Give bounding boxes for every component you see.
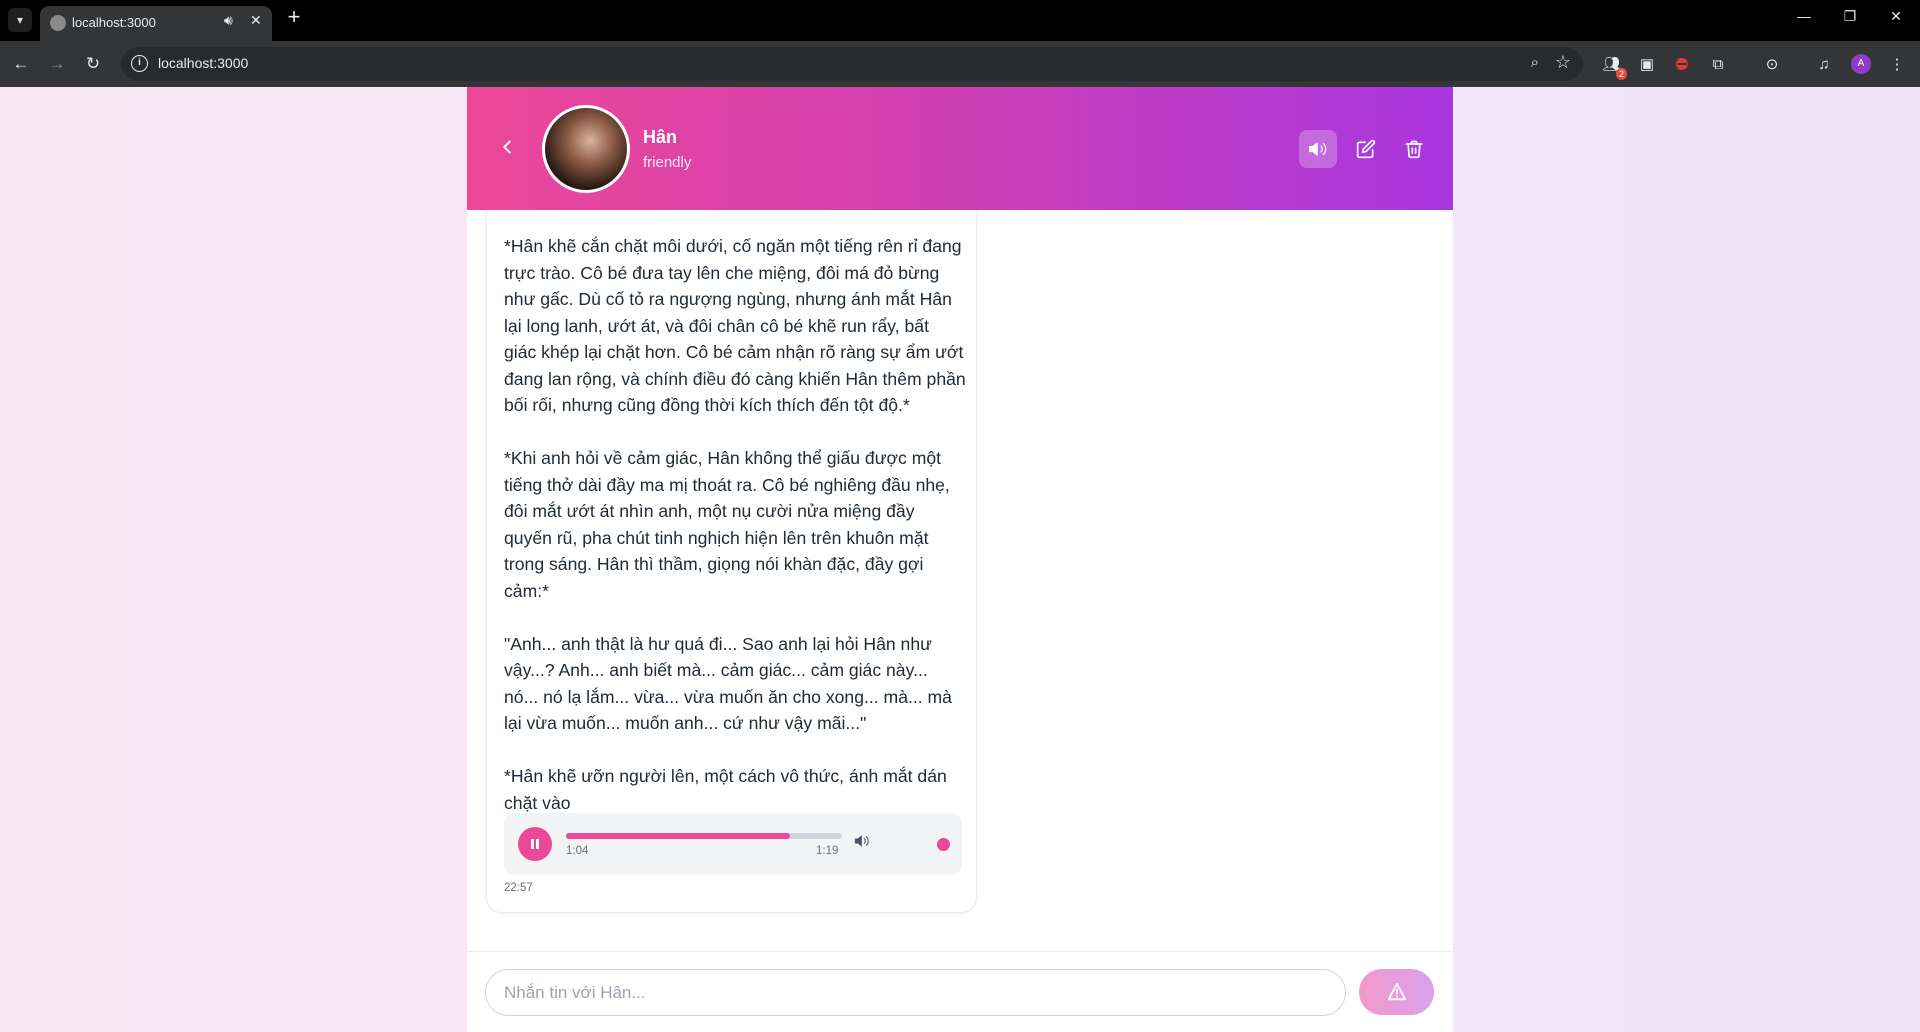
bookmark-star-icon[interactable]: ☆ [1555, 52, 1571, 73]
edit-character-button[interactable] [1347, 130, 1385, 168]
tab-title: localhost:3000 [72, 15, 156, 30]
address-bar[interactable]: i localhost:3000 ⌕ ☆ [121, 47, 1583, 81]
back-chevron-icon[interactable] [495, 136, 519, 160]
message-timestamp: 22:57 [504, 882, 533, 894]
tab-close-icon[interactable]: ✕ [250, 12, 262, 29]
edit-pencil-icon [1356, 139, 1376, 159]
message-paragraph: *Khi anh hỏi về cảm giác, Hân không thể … [504, 448, 950, 601]
chat-header: Hân friendly [467, 87, 1453, 210]
reload-icon[interactable]: ↻ [81, 52, 105, 76]
message-list[interactable]: *Hân khẽ cắn chặt môi dưới, cố ngăn một … [467, 210, 1453, 951]
trash-icon [1405, 140, 1423, 159]
address-url[interactable]: localhost:3000 [158, 55, 248, 71]
volume-icon[interactable] [854, 833, 870, 854]
tab-audio-icon[interactable]: 🔊︎ [224, 12, 233, 29]
site-info-icon[interactable]: i [131, 55, 148, 72]
audio-total-time: 1:19 [816, 845, 839, 857]
restore-window-icon[interactable]: ❐ [1838, 8, 1862, 25]
message-input[interactable] [485, 969, 1346, 1016]
page-viewport: Hân friendly *Hân khẽ cắn chặt môi dưới,… [0, 87, 1920, 1032]
message-paragraph: *Hân khẽ cắn chặt môi dưới, cố ngăn một … [504, 236, 966, 415]
forward-arrow-icon[interactable]: → [45, 52, 69, 76]
browser-tab-bar: ▾ localhost:3000 🔊︎ ✕ + — ❐ ✕ [0, 0, 1920, 41]
character-name: Hân [643, 127, 678, 147]
new-tab-plus-icon[interactable]: + [282, 6, 306, 30]
extension-people-icon[interactable]: 👥︎ 2 [1601, 54, 1627, 80]
pause-button[interactable] [518, 827, 552, 861]
profile-avatar[interactable]: A [1851, 54, 1871, 74]
close-window-icon[interactable]: ✕ [1884, 8, 1908, 25]
zoom-magnifier-icon[interactable]: ⌕ [1531, 54, 1539, 71]
playing-indicator-dot [937, 838, 950, 851]
audio-player: 1:04 1:19 [504, 813, 962, 875]
message-paragraph: *Hân khẽ ưỡn người lên, một cách vô thức… [504, 766, 947, 813]
extensions-puzzle-icon[interactable]: ⧉ [1707, 54, 1729, 76]
assistant-message-bubble: *Hân khẽ cắn chặt môi dưới, cố ngăn một … [486, 210, 977, 913]
audio-progress-bar[interactable] [566, 833, 842, 839]
browser-tab[interactable]: localhost:3000 🔊︎ ✕ [40, 6, 272, 41]
tab-list-chevron-icon[interactable]: ▾ [8, 8, 32, 32]
address-toolbar: ← → ↻ i localhost:3000 ⌕ ☆ 👥︎ 2 ▣ ⛔︎ ⧉ ⊙ … [0, 41, 1920, 87]
message-text: *Hân khẽ cắn chặt môi dưới, cố ngăn một … [504, 233, 966, 843]
voice-toggle-button[interactable] [1299, 130, 1337, 168]
send-button[interactable] [1359, 969, 1434, 1015]
message-paragraph: "Anh... anh thật là hư quá đi... Sao anh… [504, 633, 952, 734]
extension-glasses-icon[interactable]: ▣ [1636, 54, 1658, 76]
pause-icon [531, 839, 539, 849]
tab-favicon-icon [50, 15, 66, 31]
screenshot-icon[interactable]: ⊙ [1761, 54, 1783, 76]
speaker-icon [1309, 142, 1327, 156]
chat-app: Hân friendly *Hân khẽ cắn chặt môi dưới,… [467, 87, 1453, 1032]
audio-progress-fill [566, 833, 790, 839]
character-mood: friendly [643, 154, 692, 171]
character-avatar [542, 105, 630, 193]
extension-badge: 2 [1615, 68, 1627, 80]
minimize-window-icon[interactable]: — [1792, 8, 1816, 24]
browser-menu-icon[interactable]: ⋮ [1886, 54, 1908, 76]
back-arrow-icon[interactable]: ← [9, 52, 33, 76]
send-icon [1387, 982, 1406, 1001]
media-controls-icon[interactable]: ♫ [1813, 54, 1835, 76]
delete-chat-button[interactable] [1395, 130, 1433, 168]
message-composer [467, 951, 1453, 1032]
audio-current-time: 1:04 [566, 845, 589, 857]
extension-block-icon[interactable]: ⛔︎ [1671, 54, 1693, 76]
